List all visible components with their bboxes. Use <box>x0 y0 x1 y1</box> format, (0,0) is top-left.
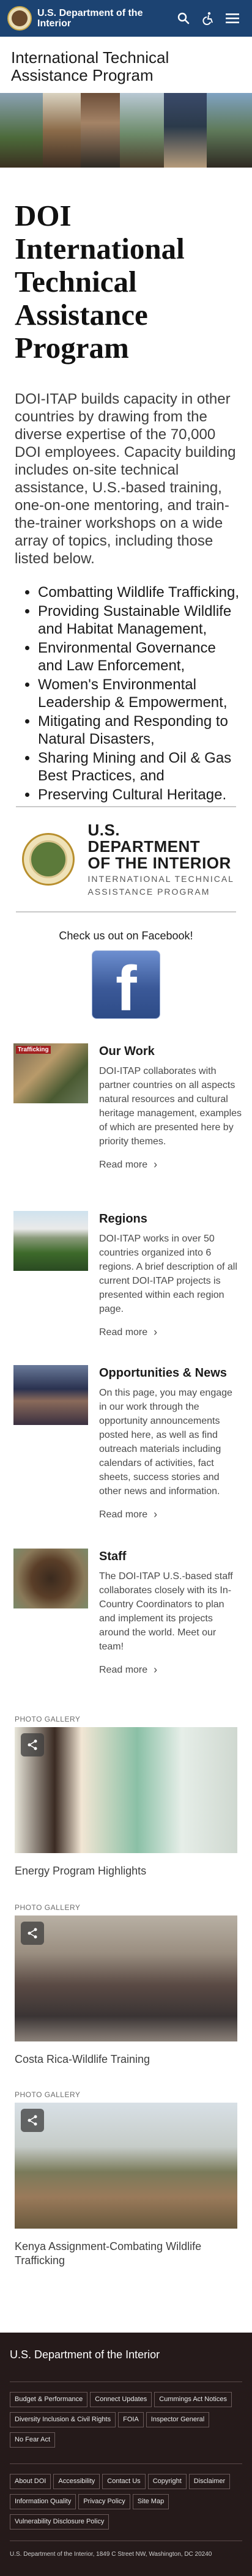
chevron-right-icon: › <box>154 1158 158 1171</box>
page-title: DOI International Technical Assistance P… <box>15 199 185 365</box>
read-more-label: Read more <box>99 1509 148 1520</box>
site-title[interactable]: International Technical Assistance Progr… <box>0 37 252 93</box>
footer-link[interactable]: Information Quality <box>10 2494 76 2509</box>
card-image[interactable]: Trafficking <box>13 1043 88 1103</box>
card-title[interactable]: Staff <box>99 1549 242 1564</box>
share-icon[interactable] <box>21 2109 44 2132</box>
footer-link[interactable]: Disclaimer <box>188 2474 231 2489</box>
read-more-link[interactable]: Read more › <box>99 1158 242 1171</box>
photo-gallery-energy: PHOTO GALLERY Energy Program Highlights <box>0 1715 252 1878</box>
chevron-right-icon: › <box>154 1664 158 1676</box>
footer-link[interactable]: FOIA <box>118 2412 144 2427</box>
card-image[interactable] <box>13 1365 88 1425</box>
header-photo-collage <box>0 93 252 168</box>
facebook-icon[interactable]: f <box>92 950 160 1019</box>
footer-link[interactable]: Budget & Performance <box>10 2392 88 2407</box>
gallery-caption[interactable]: Costa Rica-Wildlife Training <box>0 2041 252 2067</box>
share-icon[interactable] <box>21 1922 44 1945</box>
menu-icon[interactable] <box>220 6 245 31</box>
topic-item: Mitigating and Responding to Natural Dis… <box>38 712 241 748</box>
topic-item: Environmental Governance and Law Enforce… <box>38 639 241 675</box>
logo-title-line-1: U.S. DEPARTMENT <box>87 820 201 856</box>
share-icon[interactable] <box>21 1733 44 1756</box>
card-image-overlay-text: Trafficking <box>16 1046 51 1054</box>
footer-link[interactable]: Accessibility <box>53 2474 100 2489</box>
footer-link[interactable]: No Fear Act <box>10 2432 56 2448</box>
card-image[interactable] <box>13 1549 88 1608</box>
gallery-caption[interactable]: Energy Program Highlights <box>0 1853 252 1878</box>
read-more-label: Read more <box>99 1664 148 1675</box>
doi-seal-icon[interactable] <box>7 6 32 31</box>
topic-item: Providing Sustainable Wildlife and Habit… <box>38 602 241 638</box>
gallery-label: PHOTO GALLERY <box>15 1903 81 1912</box>
logo-title-line-2: OF THE INTERIOR <box>87 853 231 872</box>
card-title[interactable]: Regions <box>99 1211 242 1227</box>
divider <box>16 911 236 912</box>
facebook-callout: Check us out on Facebook! <box>59 930 193 942</box>
photo-gallery-kenya: PHOTO GALLERY Kenya Assignment-Combating… <box>0 2090 252 2268</box>
site-footer: U.S. Department of the Interior Budget &… <box>0 2333 252 2576</box>
logo-subtitle-line-2: ASSISTANCE PROGRAM <box>87 886 210 897</box>
topic-item: Preserving Cultural Heritage. <box>38 786 241 804</box>
accessibility-icon[interactable] <box>196 6 220 31</box>
footer-link[interactable]: Cummings Act Notices <box>154 2392 232 2407</box>
topic-item: Sharing Mining and Oil & Gas Best Practi… <box>38 749 241 785</box>
footer-link[interactable]: Privacy Policy <box>78 2494 130 2509</box>
card-text: The DOI-ITAP U.S.-based staff collaborat… <box>99 1571 233 1652</box>
doi-itap-logo: U.S. DEPARTMENT OF THE INTERIOR INTERNAT… <box>0 807 252 911</box>
footer-link[interactable]: Contact Us <box>102 2474 146 2489</box>
card-our-work: Trafficking Our Work DOI-ITAP collaborat… <box>0 1043 252 1171</box>
footer-link[interactable]: Site Map <box>132 2494 169 2509</box>
search-icon[interactable] <box>171 6 196 31</box>
footer-link[interactable]: Inspector General <box>146 2412 210 2427</box>
intro-paragraph: DOI-ITAP builds capacity in other countr… <box>15 391 236 567</box>
footer-secondary-links: About DOI Accessibility Contact Us Copyr… <box>0 2464 252 2534</box>
site-header: U.S. Department of the Interior <box>0 0 252 37</box>
read-more-link[interactable]: Read more › <box>99 1664 242 1676</box>
card-title[interactable]: Our Work <box>99 1043 242 1059</box>
card-text: DOI-ITAP works in over 50 countries orga… <box>99 1234 237 1314</box>
facebook-glyph: f <box>116 953 137 1019</box>
footer-link[interactable]: Diversity Inclusion & Civil Rights <box>10 2412 116 2427</box>
footer-link[interactable]: About DOI <box>10 2474 51 2489</box>
chevron-right-icon: › <box>154 1508 158 1520</box>
topic-item: Combatting Wildlife Trafficking, <box>38 583 241 601</box>
brand-name[interactable]: U.S. Department of the Interior <box>37 8 160 29</box>
card-regions: Regions DOI-ITAP works in over 50 countr… <box>0 1211 252 1339</box>
photo-gallery-costa-rica: PHOTO GALLERY Costa Rica-Wildlife Traini… <box>0 1903 252 2067</box>
card-text: On this page, you may engage in our work… <box>99 1388 232 1497</box>
gallery-label: PHOTO GALLERY <box>15 1715 81 1723</box>
gallery-photo[interactable] <box>15 1915 237 2041</box>
footer-title[interactable]: U.S. Department of the Interior <box>0 2333 252 2382</box>
read-more-label: Read more <box>99 1327 148 1338</box>
doi-seal-icon <box>22 833 75 886</box>
card-staff: Staff The DOI-ITAP U.S.-based staff coll… <box>0 1549 252 1676</box>
read-more-link[interactable]: Read more › <box>99 1326 242 1339</box>
card-opportunities-news: Opportunities & News On this page, you m… <box>0 1365 252 1521</box>
topics-list: Combatting Wildlife Trafficking, Providi… <box>0 568 252 804</box>
card-image[interactable] <box>13 1211 88 1271</box>
gallery-caption[interactable]: Kenya Assignment-Combating Wildlife Traf… <box>0 2229 252 2268</box>
footer-address: U.S. Department of the Interior, 1849 C … <box>10 2551 212 2558</box>
chevron-right-icon: › <box>154 1326 158 1338</box>
gallery-photo[interactable] <box>15 1727 237 1853</box>
footer-link[interactable]: Copyright <box>147 2474 187 2489</box>
card-text: DOI-ITAP collaborates with partner count… <box>99 1066 242 1147</box>
card-title[interactable]: Opportunities & News <box>99 1365 242 1381</box>
gallery-label: PHOTO GALLERY <box>15 2090 81 2099</box>
footer-primary-links: Budget & Performance Connect Updates Cum… <box>0 2382 252 2452</box>
footer-link[interactable]: Connect Updates <box>90 2392 152 2407</box>
read-more-link[interactable]: Read more › <box>99 1508 242 1521</box>
topic-item: Women's Environmental Leadership & Empow… <box>38 676 241 711</box>
gallery-photo[interactable] <box>15 2103 237 2229</box>
footer-link[interactable]: Vulnerability Disclosure Policy <box>10 2514 109 2530</box>
brand-line-2[interactable]: Interior <box>37 18 160 29</box>
read-more-label: Read more <box>99 1159 148 1170</box>
logo-subtitle-line-1: INTERNATIONAL TECHNICAL <box>87 873 234 884</box>
brand-line-1[interactable]: U.S. Department of the <box>37 8 160 18</box>
